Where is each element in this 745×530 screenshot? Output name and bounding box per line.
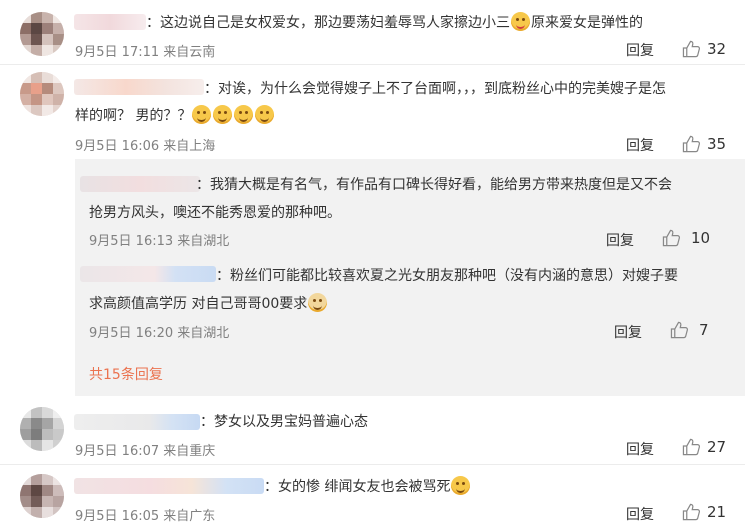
comment-text: ：女的惨 绯闻女友也会被骂死	[264, 474, 471, 500]
emoji-icon	[511, 12, 530, 31]
emoji-icon	[451, 476, 471, 495]
avatar[interactable]	[20, 72, 64, 116]
comment-text: ：梦女以及男宝妈普遍心态	[200, 414, 368, 430]
emoji-icon	[192, 105, 212, 124]
divider	[0, 64, 745, 65]
thumbs-up-icon[interactable]	[662, 229, 681, 247]
reply-text-line2: 抢男方风头，噢还不能秀恩爱的那种吧。	[89, 205, 341, 221]
thumbs-up-icon[interactable]	[670, 321, 689, 339]
comment-text: ：这边说自己是女权爱女，那边要荡妇羞辱骂人家擦边小三 原来爱女是弹性的	[146, 10, 643, 36]
avatar[interactable]	[20, 407, 64, 451]
emoji-icon	[255, 105, 275, 124]
comment-text-line2: 样的啊？ 男的？？	[75, 103, 275, 129]
username-blurred[interactable]	[80, 176, 200, 192]
username-blurred[interactable]	[74, 478, 264, 494]
reply-button[interactable]: 回复	[626, 40, 654, 60]
like-count: 32	[707, 40, 727, 58]
thumbs-up-icon[interactable]	[682, 40, 701, 58]
reply-text-line1: ：我猜大概是有名气，有作品有口碑长得好看，能给男方带来热度但是又不会	[196, 177, 672, 193]
comment-meta: 9月5日 16:05 来自广东	[75, 509, 216, 524]
comment-text-line2-text: 样的啊？ 男的？？	[75, 108, 192, 124]
thumbs-up-icon[interactable]	[682, 503, 701, 521]
reply-text-line2: 求高颜值高学历 对自己哥哥00要求	[89, 291, 328, 317]
reply-text-line1: ：粉丝们可能都比较喜欢夏之光女朋友那种吧（没有内涵的意思）对嫂子要	[216, 268, 678, 284]
view-more-replies-link[interactable]: 共15条回复	[89, 364, 163, 384]
comment-meta: 9月5日 16:06 来自上海	[75, 139, 216, 154]
username-blurred[interactable]	[80, 266, 216, 282]
reply-text-line2-text: 求高颜值高学历 对自己哥哥00要求	[89, 296, 308, 312]
like-count: 10	[691, 229, 711, 247]
avatar[interactable]	[20, 12, 64, 56]
reply-button[interactable]: 回复	[626, 504, 654, 524]
emoji-icon	[234, 105, 254, 124]
reply-button[interactable]: 回复	[614, 322, 642, 342]
divider	[0, 464, 745, 465]
emoji-icon	[213, 105, 233, 124]
username-blurred[interactable]	[74, 79, 204, 95]
username-blurred[interactable]	[74, 14, 146, 30]
thumbs-up-icon[interactable]	[682, 438, 701, 456]
like-count: 21	[707, 503, 727, 521]
comment-meta: 9月5日 16:07 来自重庆	[75, 444, 216, 459]
reply-button[interactable]: 回复	[626, 135, 654, 155]
comment-text-line1: ：对诶，为什么会觉得嫂子上不了台面啊，，，到底粉丝心中的完美嫂子是怎	[204, 81, 666, 97]
avatar[interactable]	[20, 474, 64, 518]
comment-text-part-b: 原来爱女是弹性的	[531, 15, 643, 31]
thumbs-up-icon[interactable]	[682, 135, 701, 153]
comment-meta: 9月5日 17:11 来自云南	[75, 45, 216, 60]
comment-text-part-a: ：这边说自己是女权爱女，那边要荡妇羞辱骂人家擦边小三	[146, 15, 510, 31]
like-count: 35	[707, 135, 727, 153]
emoji-icon	[308, 293, 328, 312]
reply-button[interactable]: 回复	[626, 439, 654, 459]
comment-text-content: ：女的惨 绯闻女友也会被骂死	[264, 479, 451, 495]
reply-meta: 9月5日 16:13 来自湖北	[89, 234, 230, 249]
like-count: 7	[699, 321, 709, 339]
reply-button[interactable]: 回复	[606, 230, 634, 250]
reply-meta: 9月5日 16:20 来自湖北	[89, 326, 230, 341]
username-blurred[interactable]	[74, 414, 200, 430]
like-count: 27	[707, 438, 727, 456]
